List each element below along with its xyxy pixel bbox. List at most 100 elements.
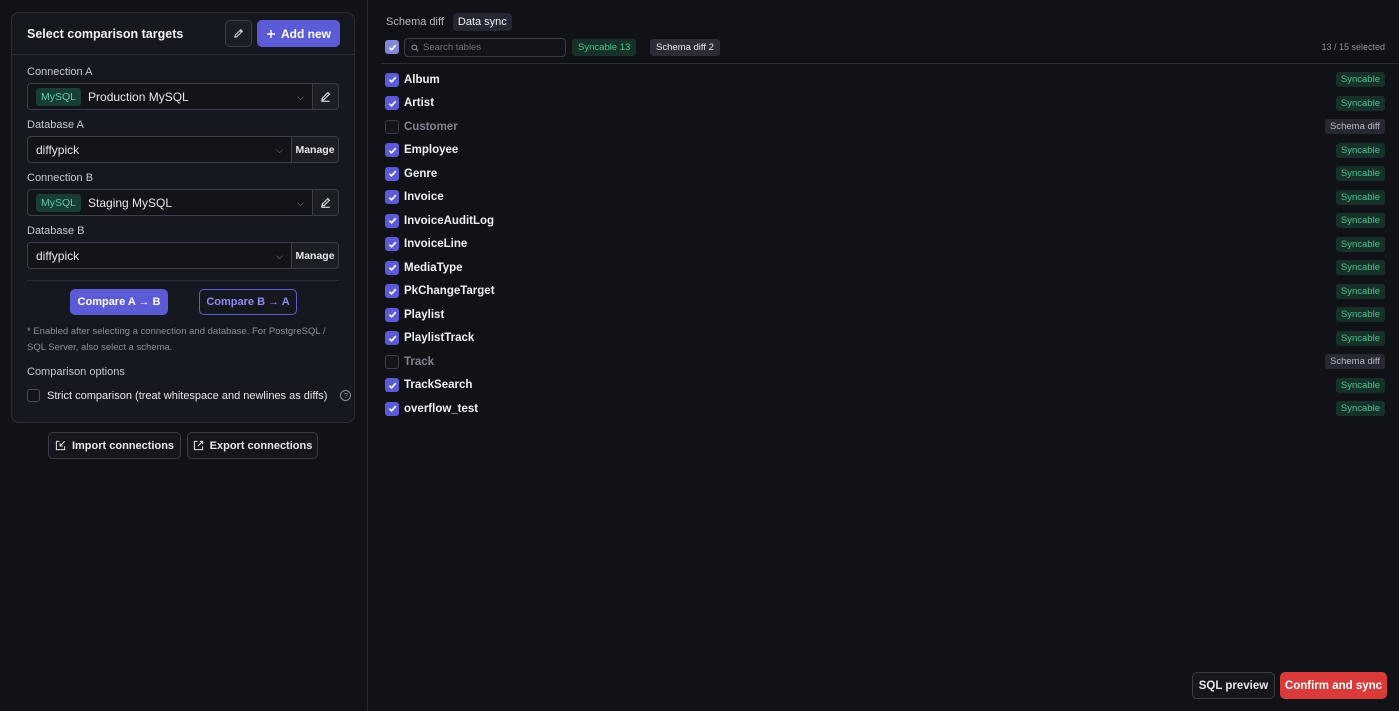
database-a-select[interactable]: diffypick ⌵ xyxy=(27,136,292,163)
status-badge: Syncable xyxy=(1335,377,1385,393)
table-checkbox[interactable] xyxy=(385,284,399,299)
add-new-button[interactable]: Add new xyxy=(257,20,340,47)
sql-preview-button[interactable]: SQL preview xyxy=(1192,672,1275,699)
confirm-sync-button[interactable]: Confirm and sync xyxy=(1280,672,1387,699)
status-badge: Syncable xyxy=(1335,401,1385,417)
check-icon xyxy=(388,264,396,272)
connection-a-select[interactable]: MySQL Production MySQL ⌵ xyxy=(27,83,313,110)
strict-checkbox[interactable] xyxy=(27,389,40,402)
table-checkbox[interactable] xyxy=(385,213,399,228)
table-name: overflow_test xyxy=(404,402,479,415)
table-row[interactable]: Album Syncable xyxy=(385,68,1385,92)
table-list: Album Syncable Artist Syncable Customer … xyxy=(385,68,1385,421)
check-icon xyxy=(388,217,396,225)
table-checkbox[interactable] xyxy=(385,260,399,275)
table-name: PkChangeTarget xyxy=(404,285,495,298)
table-checkbox[interactable] xyxy=(385,401,399,416)
table-name: Employee xyxy=(404,144,459,157)
table-checkbox[interactable] xyxy=(385,307,399,322)
table-row[interactable]: overflow_test Syncable xyxy=(385,397,1385,421)
edit-targets-button[interactable] xyxy=(225,20,252,47)
table-row[interactable]: InvoiceLine Syncable xyxy=(385,233,1385,257)
table-row[interactable]: PlaylistTrack Syncable xyxy=(385,327,1385,351)
table-checkbox[interactable] xyxy=(385,190,399,205)
export-icon xyxy=(193,440,203,451)
manage-database-a-button[interactable]: Manage xyxy=(291,136,339,163)
table-checkbox[interactable] xyxy=(385,143,399,158)
status-badge: Syncable xyxy=(1335,95,1385,111)
db-type-tag: MySQL xyxy=(36,193,82,212)
add-new-label: Add new xyxy=(281,26,331,41)
strict-label: Strict comparison (treat whitespace and … xyxy=(47,389,328,402)
database-b-label: Database B xyxy=(27,225,85,237)
table-row[interactable]: Invoice Syncable xyxy=(385,186,1385,210)
status-badge: Syncable xyxy=(1335,72,1385,88)
table-checkbox[interactable] xyxy=(385,354,399,369)
table-row[interactable]: Artist Syncable xyxy=(385,92,1385,116)
table-name: Invoice xyxy=(404,191,444,204)
tab-data-sync[interactable]: Data sync xyxy=(452,13,512,31)
table-row[interactable]: Track Schema diff xyxy=(385,350,1385,374)
table-checkbox[interactable] xyxy=(385,331,399,346)
table-row[interactable]: TrackSearch Syncable xyxy=(385,374,1385,398)
database-b-value: diffypick xyxy=(36,248,80,263)
table-name: InvoiceAuditLog xyxy=(404,214,495,227)
import-connections-button[interactable]: Import connections xyxy=(48,432,181,459)
table-checkbox[interactable] xyxy=(385,166,399,181)
status-badge: Syncable xyxy=(1335,330,1385,346)
database-a-value: diffypick xyxy=(36,142,80,157)
table-name: InvoiceLine xyxy=(404,238,468,251)
table-row[interactable]: PkChangeTarget Syncable xyxy=(385,280,1385,304)
strict-comparison-option[interactable]: Strict comparison (treat whitespace and … xyxy=(27,389,352,402)
status-badge: Syncable xyxy=(1335,166,1385,182)
select-all-checkbox[interactable] xyxy=(385,40,399,54)
connection-a-value: Production MySQL xyxy=(88,89,189,104)
table-checkbox[interactable] xyxy=(385,119,399,134)
divider xyxy=(27,280,339,281)
table-row[interactable]: Genre Syncable xyxy=(385,162,1385,186)
connection-b-select[interactable]: MySQL Staging MySQL ⌵ xyxy=(27,189,313,216)
table-checkbox[interactable] xyxy=(385,237,399,252)
table-checkbox[interactable] xyxy=(385,378,399,393)
status-badge: Syncable xyxy=(1335,142,1385,158)
edit-connection-a-button[interactable] xyxy=(312,83,339,110)
card-header: Select comparison targets Add new xyxy=(12,13,354,55)
table-name: Genre xyxy=(404,167,438,180)
table-row[interactable]: Customer Schema diff xyxy=(385,115,1385,139)
edit-connection-b-button[interactable] xyxy=(312,189,339,216)
schema-diff-filter-badge[interactable]: Schema diff 2 xyxy=(650,39,720,56)
manage-database-b-button[interactable]: Manage xyxy=(291,242,339,269)
table-checkbox[interactable] xyxy=(385,96,399,111)
export-label: Export connections xyxy=(209,439,313,452)
table-row[interactable]: InvoiceAuditLog Syncable xyxy=(385,209,1385,233)
compare-note: * Enabled after selecting a connection a… xyxy=(27,326,326,353)
plus-icon xyxy=(267,29,275,38)
check-icon xyxy=(388,405,396,413)
table-name: Track xyxy=(404,355,435,368)
compare-b-to-a-button[interactable]: Compare B → A xyxy=(199,289,297,315)
check-icon xyxy=(388,335,396,342)
database-b-select[interactable]: diffypick ⌵ xyxy=(27,242,292,269)
pencil-icon xyxy=(321,197,331,208)
check-icon xyxy=(388,194,396,201)
check-icon xyxy=(388,100,396,107)
divider xyxy=(381,63,1399,64)
table-checkbox[interactable] xyxy=(385,72,399,87)
table-row[interactable]: MediaType Syncable xyxy=(385,256,1385,280)
compare-a-to-b-button[interactable]: Compare A → B xyxy=(70,289,168,315)
search-input[interactable]: Search tables xyxy=(404,38,566,57)
syncable-filter-badge[interactable]: Syncable 13 xyxy=(572,39,637,56)
table-row[interactable]: Employee Syncable xyxy=(385,139,1385,163)
table-row[interactable]: Playlist Syncable xyxy=(385,303,1385,327)
status-badge: Syncable xyxy=(1335,260,1385,276)
table-name: Playlist xyxy=(404,308,445,321)
export-connections-button[interactable]: Export connections xyxy=(187,432,318,459)
left-panel: Select comparison targets Add new Connec… xyxy=(0,0,368,711)
status-badge: Syncable xyxy=(1335,283,1385,299)
pencil-icon xyxy=(234,28,244,38)
check-icon xyxy=(388,241,396,248)
comparison-options-title: Comparison options xyxy=(27,366,125,378)
tab-schema-diff[interactable]: Schema diff xyxy=(381,13,449,31)
help-icon[interactable]: ? xyxy=(340,390,352,401)
status-badge: Syncable xyxy=(1335,307,1385,323)
